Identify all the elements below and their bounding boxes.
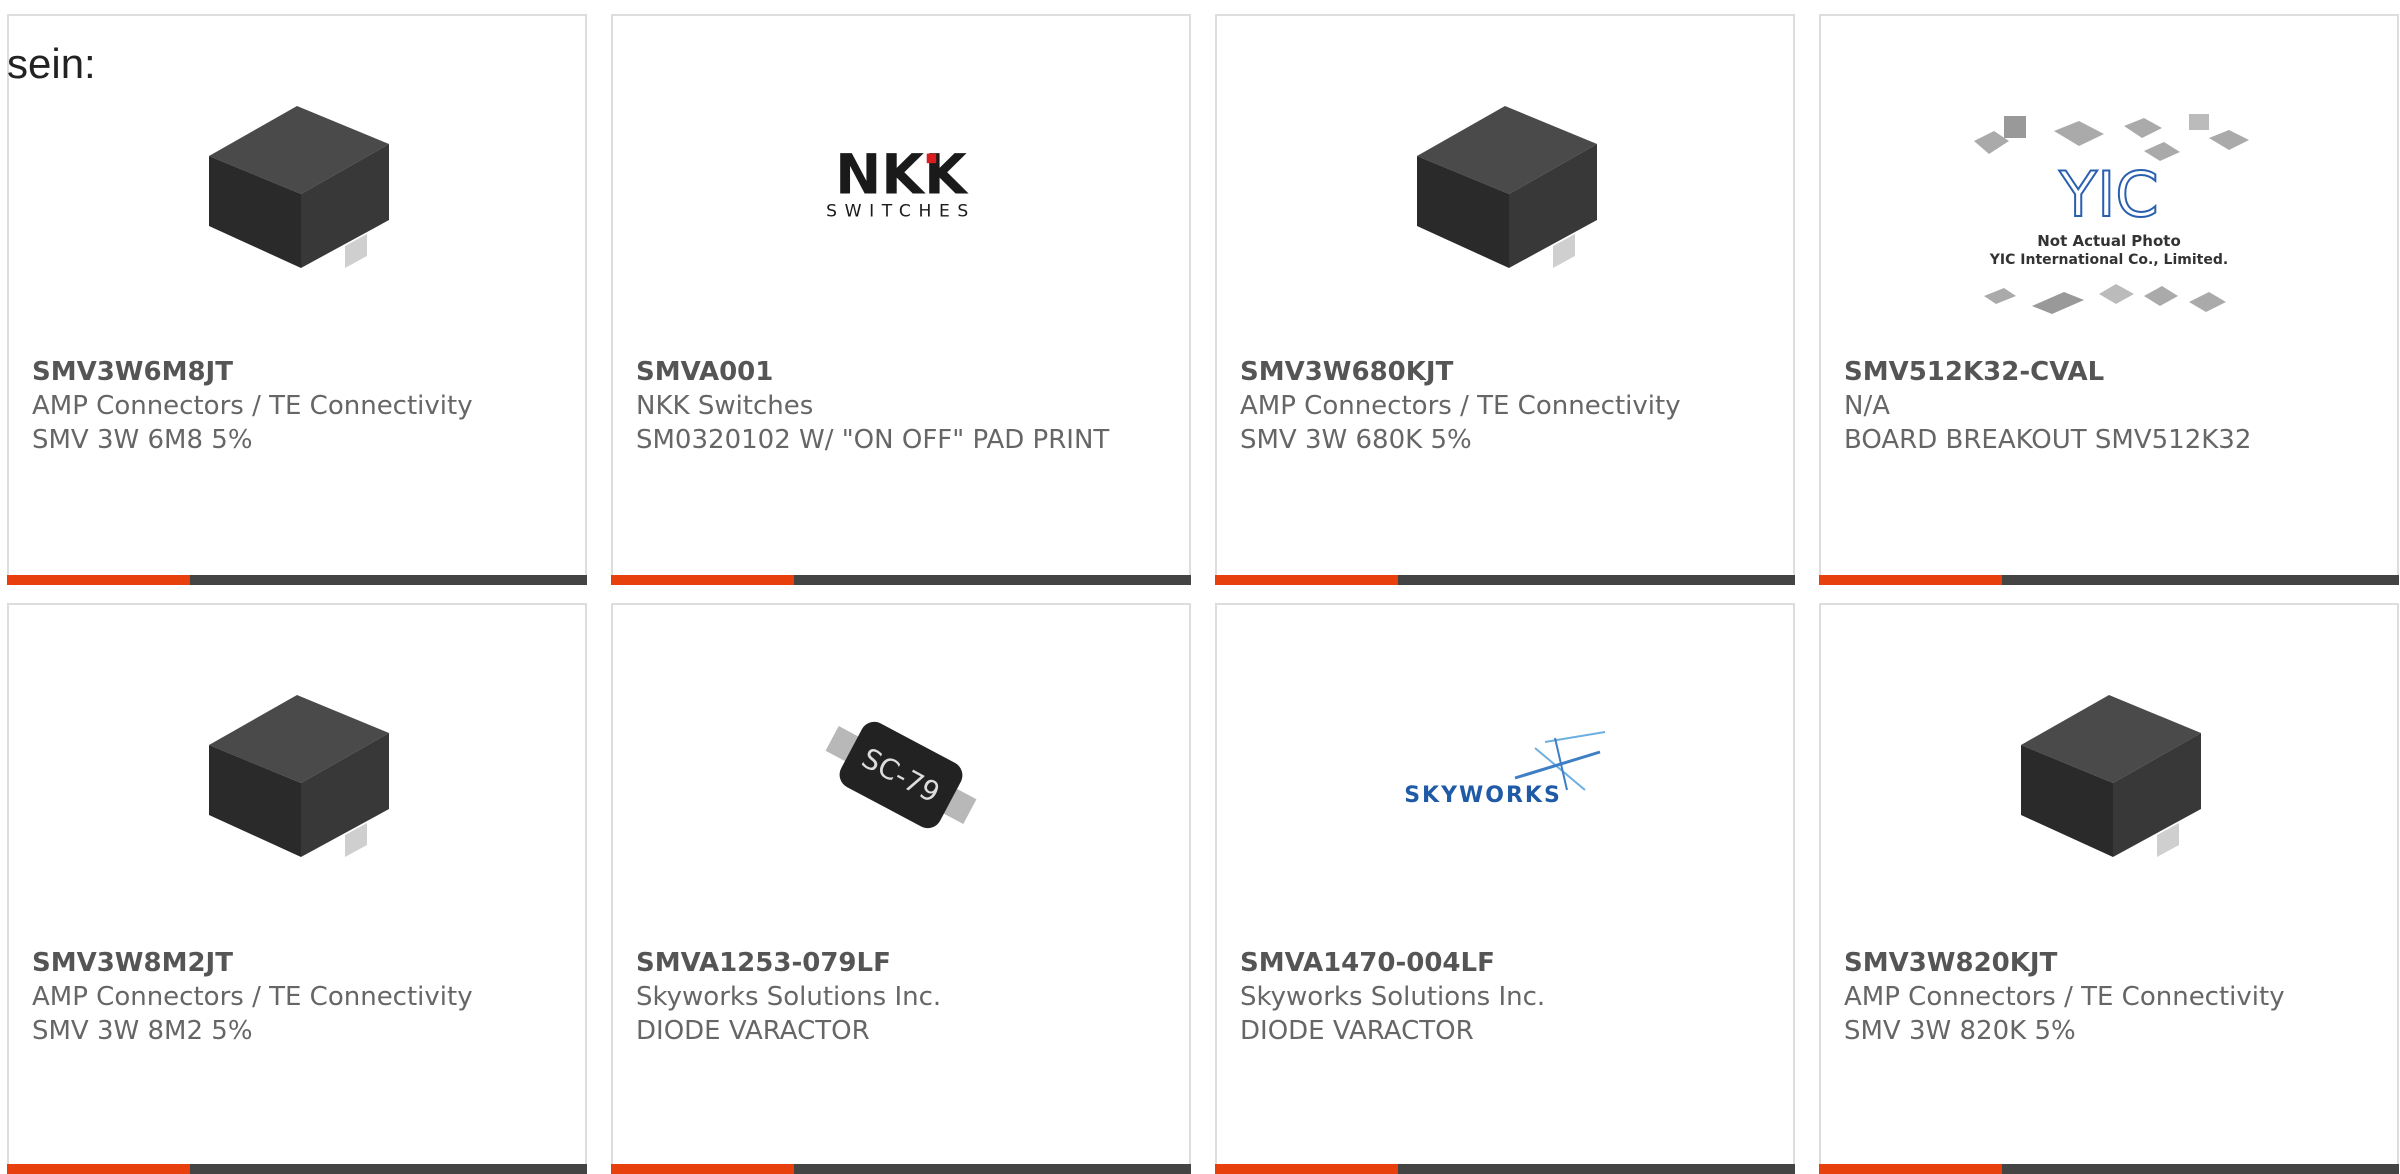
description: SMV 3W 8M2 5% [32,1016,253,1046]
product-card[interactable]: SMV3W680KJT AMP Connectors / TE Connecti… [1215,14,1795,585]
manufacturer: AMP Connectors / TE Connectivity [1844,982,2285,1012]
card-accent-bar [1215,575,1795,585]
card-accent-bar [611,1164,1191,1174]
product-card[interactable]: SC-79 SMVA1253-079LF Skyworks Solutions … [611,603,1191,1174]
manufacturer: Skyworks Solutions Inc. [636,982,942,1012]
card-accent-bar [1819,1164,2399,1174]
product-grid: SMV3W6M8JT AMP Connectors / TE Connectiv… [7,14,2399,1174]
product-card[interactable]: YIC Not Actual Photo YIC International C… [1819,14,2399,585]
product-card[interactable]: SMV3W820KJT AMP Connectors / TE Connecti… [1819,603,2399,1174]
yic-logo-text: YIC [2058,158,2158,231]
caption-line1: Not Actual Photo [2037,232,2181,250]
product-card[interactable]: SKYWORKS SMVA1470-004LF Skyworks Solutio… [1215,603,1795,1174]
card-accent-bar [7,1164,587,1174]
part-number[interactable]: SMV512K32-CVAL [1844,355,2377,389]
description: SMV 3W 680K 5% [1240,425,1472,455]
manufacturer: AMP Connectors / TE Connectivity [1240,391,1681,421]
part-number[interactable]: SMVA001 [636,355,1169,389]
black-smd-component-icon [197,675,397,875]
logo-subtext: SWITCHES [826,201,976,221]
manufacturer: AMP Connectors / TE Connectivity [32,982,473,1012]
part-number[interactable]: SMVA1253-079LF [636,946,1169,980]
product-card[interactable]: NKK SWITCHES SMVA001 NKK Switches SM0320… [611,14,1191,585]
card-accent-bar [1215,1164,1795,1174]
part-number[interactable]: SMV3W8M2JT [32,946,565,980]
description: SMV 3W 820K 5% [1844,1016,2076,1046]
description: SMV 3W 6M8 5% [32,425,253,455]
card-accent-bar [7,575,587,585]
yic-not-actual-photo: YIC Not Actual Photo YIC International C… [1964,96,2254,336]
card-accent-bar [611,575,1191,585]
part-number[interactable]: SMV3W680KJT [1240,355,1773,389]
sc-79-diode-photo: SC-79 [801,675,1001,875]
description: DIODE VARACTOR [1240,1016,1474,1046]
manufacturer: NKK Switches [636,391,814,421]
manufacturer: N/A [1844,391,1890,421]
part-number[interactable]: SMV3W820KJT [1844,946,2377,980]
caption-line2: YIC International Co., Limited. [1989,252,2228,268]
black-smd-component-icon [1405,86,1605,286]
product-card[interactable]: SMV3W8M2JT AMP Connectors / TE Connectiv… [7,603,587,1174]
skyworks-logo: SKYWORKS [1395,675,1615,875]
black-smd-component-icon [2009,675,2209,875]
description: BOARD BREAKOUT SMV512K32 [1844,425,2252,455]
manufacturer: Skyworks Solutions Inc. [1240,982,1546,1012]
description: SM0320102 W/ "ON OFF" PAD PRINT [636,425,1110,455]
manufacturer: AMP Connectors / TE Connectivity [32,391,473,421]
black-smd-component-icon [197,86,397,286]
part-number[interactable]: SMVA1470-004LF [1240,946,1773,980]
card-accent-bar [1819,575,2399,585]
logo-text: NKK [835,146,969,208]
description: DIODE VARACTOR [636,1016,870,1046]
nkk-switches-logo: NKK SWITCHES [801,86,1001,286]
part-number[interactable]: SMV3W6M8JT [32,355,565,389]
intro-text: sein: [7,40,96,87]
product-card[interactable]: SMV3W6M8JT AMP Connectors / TE Connectiv… [7,14,587,585]
skyworks-logo-text: SKYWORKS [1404,783,1562,808]
